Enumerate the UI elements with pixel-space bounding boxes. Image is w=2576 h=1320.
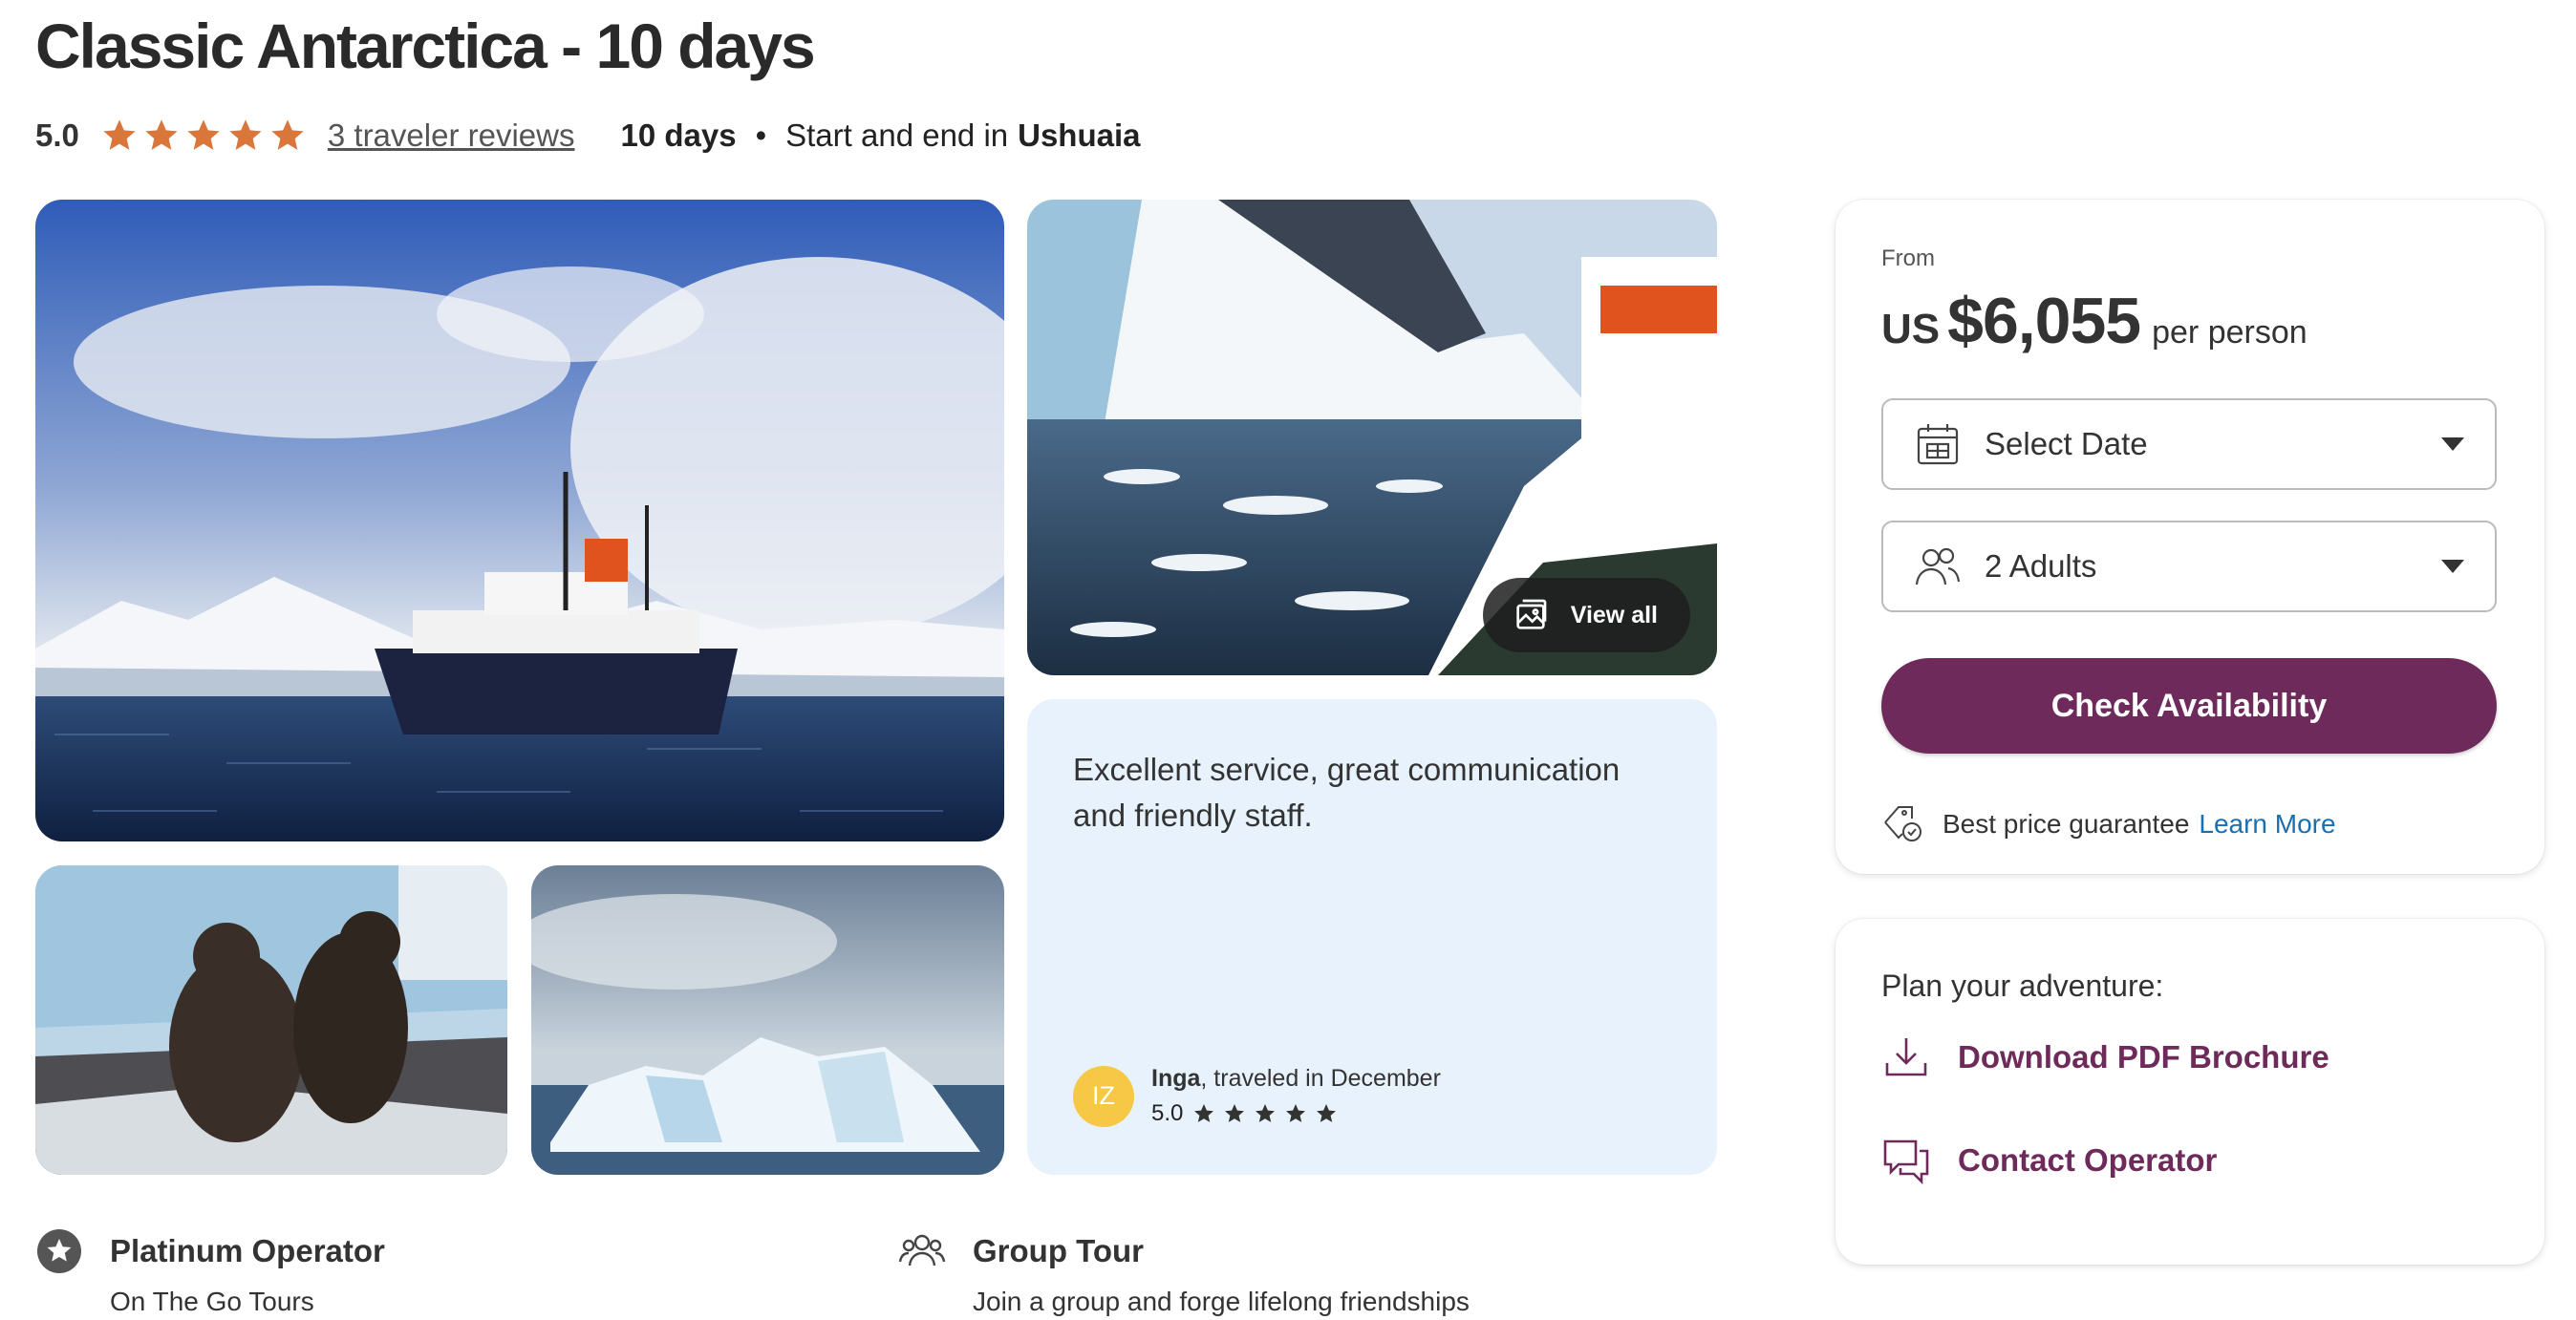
group-icon [898, 1234, 946, 1267]
view-all-label: View all [1570, 601, 1658, 628]
photo-iceberg[interactable] [531, 865, 1004, 1175]
seals-photo-image [35, 865, 507, 1175]
best-price-guarantee: Best price guarantee Learn More [1881, 803, 2499, 845]
gallery-icon [1516, 599, 1547, 629]
guests-select[interactable]: 2 Adults [1881, 521, 2497, 612]
download-label: Download PDF Brochure [1958, 1039, 2329, 1075]
avatar: IZ [1073, 1065, 1134, 1127]
calendar-icon [1917, 424, 1959, 465]
review-text: Excellent service, great communication a… [1073, 752, 1621, 833]
date-select-label: Select Date [1985, 426, 2148, 461]
contact-label: Contact Operator [1958, 1142, 2218, 1178]
feature-platinum-operator: Platinum Operator On The Go Tours [35, 1227, 385, 1317]
feature-title: Platinum Operator [110, 1233, 385, 1268]
star-icon [229, 119, 262, 150]
reviewer-name: Inga [1151, 1065, 1201, 1092]
photo-glacier-channel[interactable]: View all [1027, 200, 1717, 675]
contact-operator-link[interactable]: Contact Operator [1881, 1136, 2499, 1185]
star-icon [1194, 1104, 1214, 1122]
tour-duration: 10 days [620, 117, 737, 153]
booking-card: From US $6,055 per person Select Date 2 … [1835, 200, 2544, 874]
star-icon [103, 119, 136, 150]
route-prefix: Start and end in [785, 117, 1009, 153]
view-all-button[interactable]: View all [1482, 578, 1690, 652]
feature-subtitle: Join a group and forge lifelong friendsh… [973, 1287, 1470, 1316]
star-icon [271, 119, 304, 150]
star-badge-icon [37, 1229, 81, 1273]
feature-group-tour: Group Tour Join a group and forge lifelo… [898, 1227, 1470, 1317]
reviews-link[interactable]: 3 traveler reviews [328, 117, 575, 154]
star-icon [1256, 1104, 1276, 1122]
chevron-down-icon [2441, 437, 2464, 451]
review-rating-value: 5.0 [1151, 1100, 1184, 1126]
featured-review-card: Excellent service, great communication a… [1027, 699, 1717, 1175]
check-availability-button[interactable]: Check Availability [1881, 658, 2497, 754]
star-icon [145, 119, 178, 150]
reviewer-traveled: , traveled in December [1200, 1065, 1441, 1092]
guarantee-text: Best price guarantee [1943, 809, 2190, 839]
reviewer-info: IZ Inga, traveled in December 5.0 [1073, 1065, 1441, 1127]
photo-seals[interactable] [35, 865, 507, 1175]
tour-meta: 5.0 3 traveler reviews 10 days • Start a… [35, 113, 1141, 159]
guests-select-label: 2 Adults [1985, 548, 2097, 584]
page-title: Classic Antarctica - 10 days [35, 11, 816, 81]
rating-stars [100, 117, 307, 155]
iceberg-photo-image [531, 865, 1004, 1175]
chat-icon [1883, 1139, 1929, 1185]
date-select[interactable]: Select Date [1881, 398, 2497, 490]
star-icon [187, 119, 220, 150]
feature-subtitle: On The Go Tours [110, 1287, 314, 1316]
star-icon [1317, 1104, 1337, 1122]
separator-dot: • [755, 117, 767, 153]
review-rating: 5.0 [1151, 1100, 1441, 1127]
plan-card: Plan your adventure: Download PDF Brochu… [1835, 919, 2544, 1265]
rating-value: 5.0 [35, 117, 79, 153]
route-place: Ushuaia [1018, 117, 1141, 153]
price-currency: US [1881, 306, 1941, 352]
price-tag-check-icon [1884, 806, 1921, 841]
people-icon [1915, 547, 1961, 585]
star-icon [1286, 1104, 1306, 1122]
star-icon [1225, 1104, 1245, 1122]
download-icon [1885, 1038, 1927, 1076]
photo-ship[interactable] [35, 200, 1004, 841]
review-stars [1192, 1102, 1338, 1125]
feature-title: Group Tour [973, 1233, 1145, 1268]
chevron-down-icon [2441, 560, 2464, 573]
ship-photo-image [35, 200, 1004, 841]
price-row: US $6,055 per person [1881, 284, 2499, 358]
reviewer-line: Inga, traveled in December [1151, 1065, 1441, 1093]
learn-more-link[interactable]: Learn More [2199, 809, 2335, 840]
price-per-label: per person [2152, 314, 2308, 351]
price-amount: $6,055 [1947, 285, 2141, 357]
price-from-label: From [1881, 245, 1935, 271]
plan-title: Plan your adventure: [1881, 969, 2164, 1003]
download-brochure-link[interactable]: Download PDF Brochure [1881, 1033, 2499, 1082]
